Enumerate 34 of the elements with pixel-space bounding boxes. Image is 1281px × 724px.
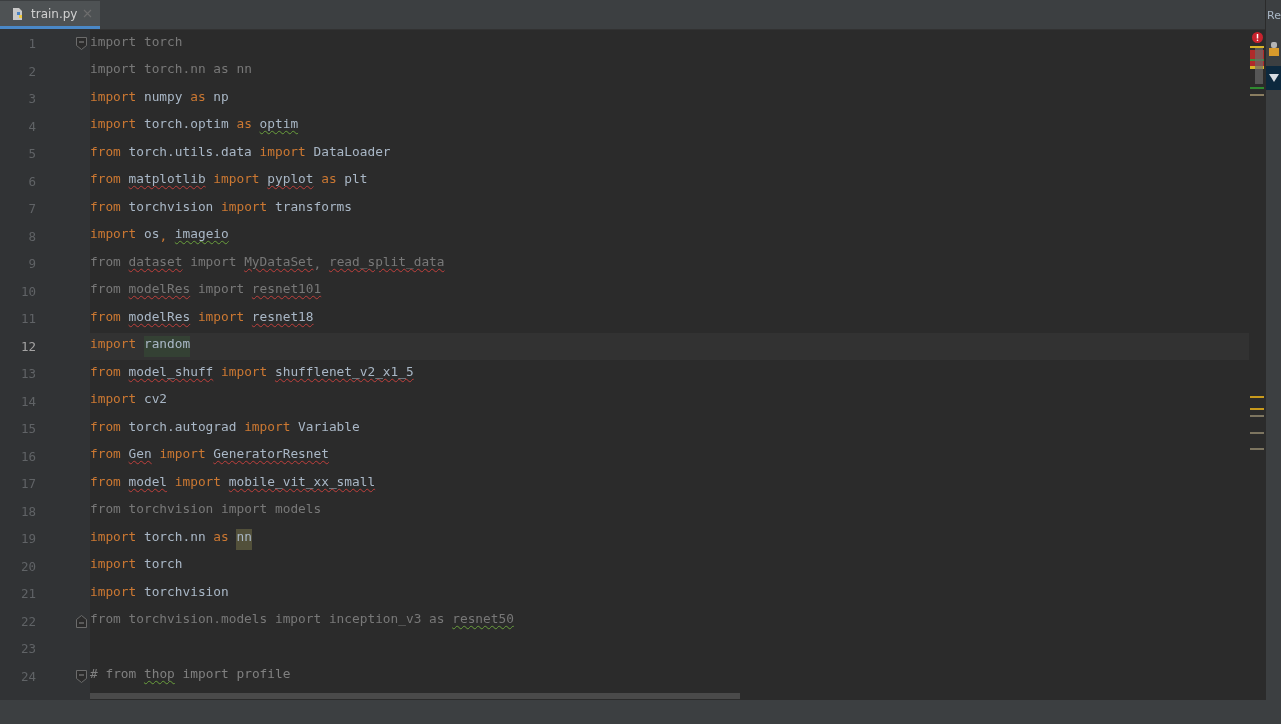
code-line: import os, imageio xyxy=(90,225,229,246)
tree-row[interactable] xyxy=(1266,66,1281,90)
code-line: from Gen import GeneratorResnet xyxy=(90,445,329,464)
code-line: # from thop import profile xyxy=(90,665,291,684)
code-line: from model import mobile_vit_xx_small xyxy=(90,472,376,491)
code-line: import torchvision xyxy=(90,582,229,601)
code-line: from modelRes import resnet101 xyxy=(90,280,322,299)
code-line: import numpy as np xyxy=(90,87,229,106)
code-line: from torch.autograd import Variable xyxy=(90,417,360,436)
python-file-icon xyxy=(11,6,25,21)
error-icon[interactable] xyxy=(1251,32,1263,43)
code-line: from torchvision.models import inception_v3 as resnet50 xyxy=(90,610,514,629)
code-line: import cv2 xyxy=(90,390,168,409)
fold-icon[interactable] xyxy=(76,614,87,628)
code-line: import random xyxy=(90,333,191,360)
code-line: from torchvision import transforms xyxy=(90,197,352,216)
panel-title: Re xyxy=(1266,8,1281,22)
code-line: from matplotlib import pyplot as plt xyxy=(90,170,368,189)
code-line: from model_shuff import shufflenet_v2_x1_5 xyxy=(90,362,414,381)
code-line: import torch.nn as nn xyxy=(90,525,252,552)
code-line: from torchvision import models xyxy=(90,500,322,519)
code-line: import torch.nn as nn xyxy=(90,60,252,79)
code-line: import torch.optim as optim xyxy=(90,115,299,134)
file-tab[interactable]: train.py xyxy=(0,1,101,29)
code-line: from modelRes import resnet18 xyxy=(90,307,314,326)
code-line: import torch xyxy=(90,555,183,574)
code-line: import torch xyxy=(90,32,183,51)
expand-triangle-icon[interactable] xyxy=(1268,74,1279,82)
line-number: 12 xyxy=(19,338,36,354)
code-line: from dataset import MyDataSet, read_split_data xyxy=(90,252,445,273)
horizontal-scrollbar[interactable] xyxy=(90,693,740,699)
fold-icon[interactable] xyxy=(76,37,87,50)
code-line: from torch.utils.data import DataLoader xyxy=(90,142,391,161)
fold-icon[interactable] xyxy=(76,669,87,683)
